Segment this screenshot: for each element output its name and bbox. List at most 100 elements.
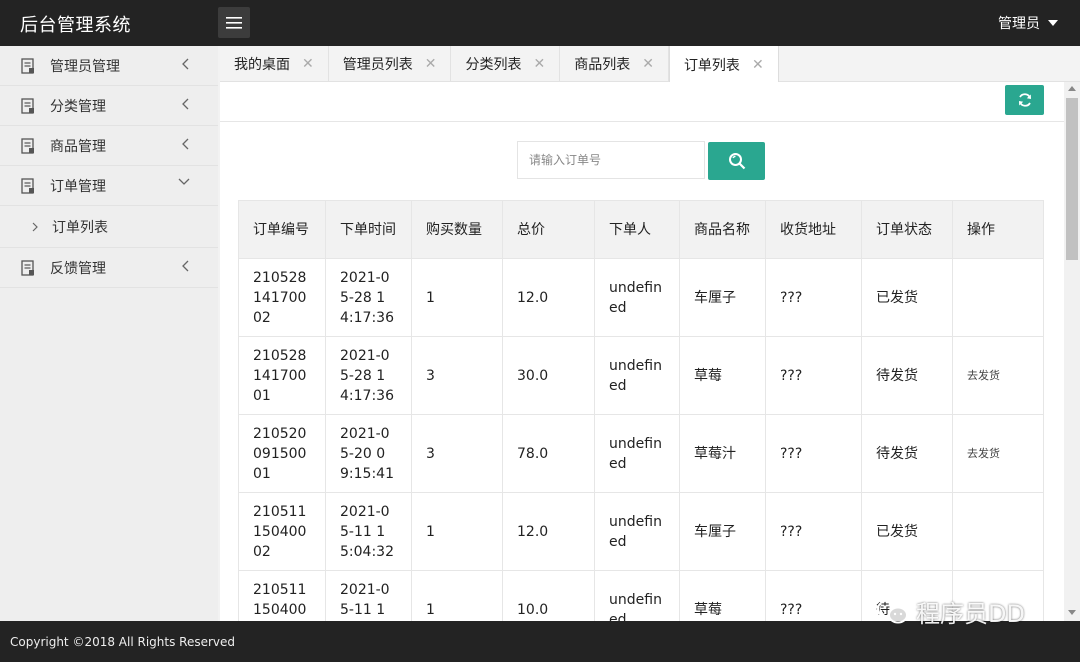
cell-order-number: 21052814170001 [238,336,326,415]
tab-category-list[interactable]: 分类列表 ✕ [451,46,561,82]
column-header-total-price: 总价 [502,200,595,259]
table-row: 21051115040002 2021-05-11 15:04:32 1 12.… [238,492,1044,571]
cell-order-time: 2021-05-28 14:17:36 [325,336,412,415]
tab-label: 订单列表 [683,57,740,74]
cell-order-number: 21052814170002 [238,258,326,337]
cell-customer: undefined [594,258,680,337]
cell-order-number: 21051115040002 [238,492,326,571]
tab-admin-list[interactable]: 管理员列表 ✕ [329,46,452,82]
chevron-left-icon [182,98,189,110]
cell-total-price: 12.0 [502,258,595,337]
cell-order-number: 21051115040001 [238,570,326,621]
cell-order-time: 2021-05-28 14:17:36 [325,258,412,337]
cell-product-name: 草莓 [679,336,766,415]
table-header-row: 订单编号 下单时间 购买数量 总价 下单人 商品名称 收货地址 订单状态 操作 [238,200,1044,259]
cell-customer: undefined [594,414,680,493]
cell-quantity: 3 [411,414,503,493]
column-header-order-number: 订单编号 [238,200,326,259]
watermark: 程序员DD [876,594,1025,629]
cell-order-time: 2021-05-11 15:04:32 [325,492,412,571]
cell-order-status: 已发货 [861,258,953,337]
app-title: 后台管理系统 [20,15,131,36]
tab-product-list[interactable]: 商品列表 ✕ [560,46,669,82]
sidebar-item-admin-management[interactable]: 管理员管理 [0,46,218,86]
cell-address: ??? [765,336,862,415]
sidebar-item-product-management[interactable]: 商品管理 [0,126,218,166]
vertical-scrollbar[interactable] [1064,82,1080,621]
cell-quantity: 3 [411,336,503,415]
refresh-icon [1018,93,1031,107]
column-header-actions: 操作 [952,200,1044,259]
cell-total-price: 12.0 [502,492,595,571]
scroll-up-arrow-icon[interactable] [1068,86,1076,91]
cell-total-price: 78.0 [502,414,595,493]
sidebar-item-label: 分类管理 [50,98,106,115]
close-icon[interactable]: ✕ [642,56,654,72]
user-menu[interactable]: 管理员 [998,13,1058,33]
cell-order-time: 2021-05-11 15:0 [325,570,412,621]
cell-customer: undefined [594,336,680,415]
tab-label: 商品列表 [574,57,631,73]
close-icon[interactable]: ✕ [752,57,764,73]
column-header-order-time: 下单时间 [325,200,412,259]
cell-address: ??? [765,414,862,493]
search-icon [728,153,745,170]
tab-order-list[interactable]: 订单列表 ✕ [668,46,779,83]
scrollbar-thumb[interactable] [1066,98,1078,260]
sidebar-subitem-label: 订单列表 [52,219,108,236]
hamburger-icon [226,16,242,29]
cell-action [952,492,1044,571]
sidebar-item-label: 订单管理 [50,178,106,195]
user-name: 管理员 [998,16,1040,32]
chevron-right-icon [32,222,38,231]
table-row: 21052814170001 2021-05-28 14:17:36 3 30.… [238,336,1044,415]
tab-bar: 我的桌面 ✕ 管理员列表 ✕ 分类列表 ✕ 商品列表 ✕ 订单列表 ✕ [220,46,1080,83]
caret-down-icon [1048,20,1058,26]
menu-toggle-button[interactable] [218,7,250,38]
sidebar-subitem-order-list[interactable]: 订单列表 [0,206,218,248]
column-header-address: 收货地址 [765,200,862,259]
cell-total-price: 10.0 [502,570,595,621]
sidebar: 管理员管理 分类管理 商品管理 订单管理 订单列表 反馈管理 [0,46,218,621]
sidebar-item-feedback-management[interactable]: 反馈管理 [0,248,218,288]
cell-quantity: 1 [411,258,503,337]
chevron-left-icon [182,58,189,70]
document-icon [21,57,34,74]
ship-order-link[interactable]: 去发货 [952,414,1044,493]
table-row: 21052009150001 2021-05-20 09:15:41 3 78.… [238,414,1044,493]
cell-address: ??? [765,492,862,571]
order-number-search-input[interactable] [517,141,705,179]
chevron-left-icon [182,138,189,150]
refresh-button[interactable] [1005,85,1044,115]
cell-order-status: 待发货 [861,414,953,493]
chevron-down-icon [178,178,190,185]
cell-product-name: 车厘子 [679,492,766,571]
sidebar-item-label: 商品管理 [50,138,106,155]
document-icon [21,97,34,114]
main-content: 订单编号 下单时间 购买数量 总价 下单人 商品名称 收货地址 订单状态 操作 … [220,82,1064,621]
close-icon[interactable]: ✕ [533,56,545,72]
sidebar-item-label: 管理员管理 [50,58,120,75]
top-bar: 后台管理系统 管理员 [0,0,1080,46]
tab-my-desktop[interactable]: 我的桌面 ✕ [220,46,329,82]
watermark-text: 程序员DD [916,600,1025,628]
cell-address: ??? [765,258,862,337]
chevron-left-icon [182,260,189,272]
scroll-down-arrow-icon[interactable] [1068,610,1076,615]
column-header-product-name: 商品名称 [679,200,766,259]
close-icon[interactable]: ✕ [425,56,437,72]
tab-label: 我的桌面 [234,57,290,73]
cell-action [952,258,1044,337]
cell-order-number: 21052009150001 [238,414,326,493]
close-icon[interactable]: ✕ [302,56,314,72]
column-header-customer: 下单人 [594,200,680,259]
document-icon [21,177,34,194]
search-button[interactable] [708,142,765,180]
cell-quantity: 1 [411,492,503,571]
sidebar-item-order-management[interactable]: 订单管理 [0,166,218,206]
document-icon [21,137,34,154]
sidebar-item-category-management[interactable]: 分类管理 [0,86,218,126]
ship-order-link[interactable]: 去发货 [952,336,1044,415]
orders-table: 订单编号 下单时间 购买数量 总价 下单人 商品名称 收货地址 订单状态 操作 … [238,200,1044,621]
table-row: 21052814170002 2021-05-28 14:17:36 1 12.… [238,258,1044,337]
